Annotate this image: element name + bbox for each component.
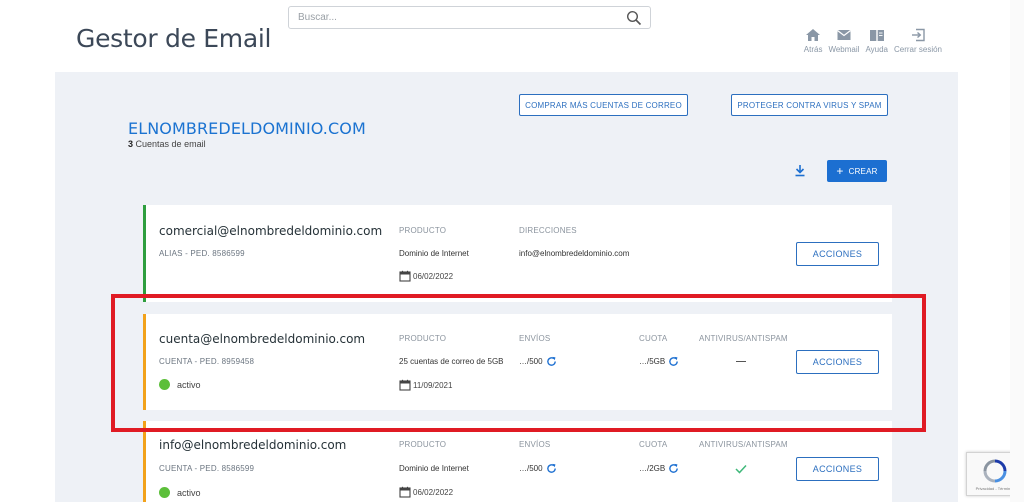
date-value: 06/02/2022 bbox=[413, 487, 454, 497]
nav-webmail[interactable]: Webmail bbox=[828, 28, 859, 54]
create-button-label: CREAR bbox=[848, 166, 878, 176]
domain-name: ELNOMBREDELDOMINIO.COM bbox=[128, 119, 366, 138]
account-email: cuenta@elnombredeldominio.com bbox=[159, 332, 366, 346]
product-label: PRODUCTO bbox=[399, 334, 447, 343]
download-icon[interactable] bbox=[794, 164, 806, 177]
status-text: activo bbox=[177, 379, 201, 390]
refresh-icon[interactable] bbox=[668, 463, 679, 474]
quota-amount: …/2GB bbox=[639, 464, 666, 473]
date-value: 11/09/2021 bbox=[413, 380, 453, 390]
actions-button[interactable]: ACCIONES bbox=[796, 242, 879, 266]
account-order: CUENTA - PED. 8586599 bbox=[159, 464, 255, 473]
addresses-label: DIRECCIONES bbox=[519, 226, 577, 235]
sends-value: …/500 bbox=[519, 356, 557, 367]
status-stripe bbox=[143, 421, 146, 502]
antivirus-none-indicator bbox=[736, 361, 746, 362]
antivirus-label: ANTIVIRUS/ANTISPAM bbox=[699, 334, 788, 343]
product-value: 25 cuentas de correo de 5GB bbox=[399, 357, 504, 366]
search-icon[interactable] bbox=[626, 10, 642, 26]
actions-button[interactable]: ACCIONES bbox=[796, 457, 879, 481]
product-label: PRODUCTO bbox=[399, 440, 447, 449]
account-order: CUENTA - PED. 8959458 bbox=[159, 357, 255, 366]
sends-label: ENVÍOS bbox=[519, 334, 551, 343]
search-box[interactable] bbox=[288, 6, 651, 29]
nav-help-label: Ayuda bbox=[865, 45, 888, 54]
mail-icon bbox=[837, 30, 851, 40]
buy-more-accounts-button[interactable]: COMPRAR MÁS CUENTAS DE CORREO bbox=[519, 94, 688, 116]
quota-amount: …/5GB bbox=[639, 357, 666, 366]
account-order: ALIAS - PED. 8586599 bbox=[159, 249, 245, 258]
quota-label: CUOTA bbox=[639, 440, 668, 449]
status-dot bbox=[159, 487, 170, 498]
recaptcha-icon bbox=[983, 459, 1007, 482]
product-label: PRODUCTO bbox=[399, 226, 447, 235]
nav-webmail-label: Webmail bbox=[828, 45, 860, 54]
book-icon bbox=[869, 30, 884, 41]
status-text: activo bbox=[177, 487, 201, 498]
actions-button[interactable]: ACCIONES bbox=[796, 350, 879, 374]
sends-count: …/500 bbox=[519, 464, 543, 473]
recaptcha-text: Privacidad - Términos bbox=[975, 485, 1015, 491]
nav-help[interactable]: Ayuda bbox=[865, 28, 888, 54]
account-card-info: info@elnombredeldominio.com CUENTA - PED… bbox=[143, 421, 892, 502]
top-navigation: Atrás Webmail Ayuda Cerrar sesión bbox=[798, 28, 942, 54]
account-email: comercial@elnombredeldominio.com bbox=[159, 224, 383, 238]
account-count-number: 3 bbox=[128, 139, 134, 149]
addresses-value: info@elnombredeldominio.com bbox=[519, 249, 630, 258]
status-indicator: activo bbox=[159, 487, 201, 498]
sends-count: …/500 bbox=[519, 357, 543, 366]
nav-back-label: Atrás bbox=[803, 45, 823, 54]
calendar-icon bbox=[399, 270, 411, 282]
account-card-comercial: comercial@elnombredeldominio.com ALIAS -… bbox=[143, 205, 892, 302]
sends-label: ENVÍOS bbox=[519, 440, 551, 449]
account-count: 3 Cuentas de email bbox=[128, 139, 206, 149]
account-card-cuenta: cuenta@elnombredeldominio.com CUENTA - P… bbox=[143, 314, 892, 410]
refresh-icon[interactable] bbox=[668, 356, 679, 367]
plus-icon: + bbox=[836, 164, 844, 178]
scrollbar[interactable] bbox=[1010, 0, 1024, 502]
status-dot bbox=[159, 379, 170, 390]
calendar-icon bbox=[399, 486, 411, 498]
product-value: Dominio de Internet bbox=[399, 249, 469, 258]
calendar-icon bbox=[399, 379, 411, 391]
email-manager-page: Gestor de Email Atrás Webmail Ayuda Cerr… bbox=[0, 0, 1024, 502]
create-button[interactable]: + CREAR bbox=[827, 160, 887, 182]
quota-value: …/5GB bbox=[639, 356, 679, 367]
account-email: info@elnombredeldominio.com bbox=[159, 438, 347, 452]
date-value: 06/02/2022 bbox=[413, 271, 454, 281]
account-count-label: Cuentas de email bbox=[135, 139, 206, 149]
check-icon bbox=[735, 464, 747, 474]
home-icon bbox=[806, 29, 821, 41]
nav-logout-label: Cerrar sesión bbox=[893, 45, 942, 54]
status-stripe bbox=[143, 205, 146, 302]
protect-virus-spam-button[interactable]: PROTEGER CONTRA VIRUS Y SPAM bbox=[731, 94, 888, 116]
product-value: Dominio de Internet bbox=[399, 464, 469, 473]
page-title: Gestor de Email bbox=[76, 24, 272, 53]
status-stripe bbox=[143, 314, 146, 410]
date-field: 06/02/2022 bbox=[399, 270, 453, 282]
search-input[interactable] bbox=[289, 7, 609, 28]
date-field: 11/09/2021 bbox=[399, 379, 452, 391]
nav-back[interactable]: Atrás bbox=[803, 28, 823, 54]
quota-label: CUOTA bbox=[639, 334, 668, 343]
refresh-icon[interactable] bbox=[546, 356, 557, 367]
nav-logout[interactable]: Cerrar sesión bbox=[894, 28, 942, 54]
date-field: 06/02/2022 bbox=[399, 486, 453, 498]
logout-icon bbox=[911, 28, 925, 42]
sends-value: …/500 bbox=[519, 463, 557, 474]
refresh-icon[interactable] bbox=[546, 463, 557, 474]
antivirus-label: ANTIVIRUS/ANTISPAM bbox=[699, 440, 788, 449]
quota-value: …/2GB bbox=[639, 463, 679, 474]
status-indicator: activo bbox=[159, 379, 201, 390]
